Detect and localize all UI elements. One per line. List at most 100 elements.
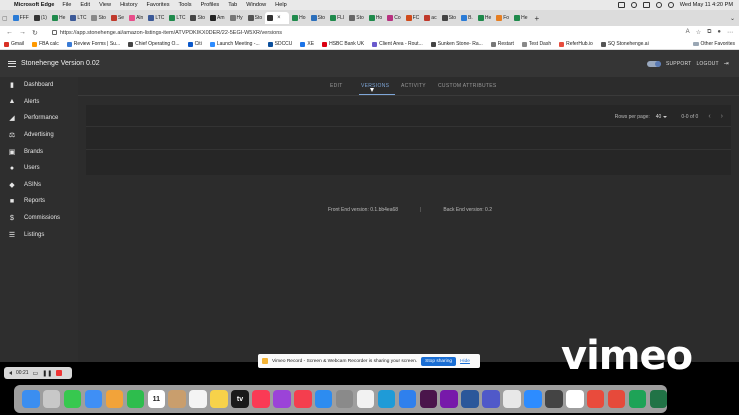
- browser-tab[interactable]: LTC: [68, 12, 88, 24]
- favorite-link[interactable]: Citi: [187, 41, 202, 47]
- notes-icon[interactable]: [210, 390, 228, 408]
- podcasts-icon[interactable]: [273, 390, 291, 408]
- browser-tab[interactable]: Co: [385, 12, 402, 24]
- new-tab-icon[interactable]: +: [534, 14, 539, 23]
- sidebar-item-users[interactable]: ● Users: [0, 160, 78, 177]
- tab-activity[interactable]: ACTIVITY: [401, 83, 426, 89]
- read-aloud-icon[interactable]: A: [686, 29, 690, 36]
- zoom-icon[interactable]: [524, 390, 542, 408]
- notion-icon[interactable]: [565, 390, 584, 408]
- stop-sharing-button[interactable]: Stop sharing: [421, 356, 457, 366]
- menu-help[interactable]: Help: [275, 2, 287, 8]
- mail-icon[interactable]: [84, 390, 103, 408]
- favorite-link[interactable]: Restart: [490, 41, 514, 47]
- favorite-link[interactable]: ReferHub.io: [559, 41, 593, 47]
- favorite-link[interactable]: Gmail: [4, 41, 24, 47]
- browser-tab[interactable]: Fo: [494, 12, 511, 24]
- contacts-icon[interactable]: [168, 390, 186, 408]
- next-page-icon[interactable]: ›: [721, 113, 723, 120]
- menu-tab[interactable]: Tab: [228, 2, 237, 8]
- spark-icon[interactable]: [503, 390, 521, 408]
- photos-icon[interactable]: [105, 390, 124, 408]
- browser-tab[interactable]: Sto: [309, 12, 328, 24]
- tab-actions-icon[interactable]: ▢: [2, 15, 8, 22]
- hamburger-menu-icon[interactable]: [8, 60, 16, 67]
- sidebar-item-listings[interactable]: ☰ Listings: [0, 226, 78, 243]
- launchpad-icon[interactable]: [42, 390, 61, 408]
- avatar[interactable]: [646, 60, 661, 67]
- screen-recorder-icon[interactable]: [586, 390, 605, 408]
- menu-profiles[interactable]: Profiles: [201, 2, 220, 8]
- browser-tab[interactable]: He: [50, 12, 67, 24]
- other-favorites[interactable]: Other Favorites: [692, 41, 739, 47]
- screen-icon[interactable]: [617, 2, 625, 8]
- browser-tab[interactable]: Am: [208, 12, 227, 24]
- teams-icon[interactable]: [482, 390, 500, 408]
- pdf-expert-icon[interactable]: [607, 390, 626, 408]
- favorite-link[interactable]: Test Dash: [521, 41, 551, 47]
- sidebar-item-commissions[interactable]: $ Commissions: [0, 210, 78, 227]
- favorite-link[interactable]: HSBC Bank UK: [322, 41, 364, 47]
- logout-icon[interactable]: ⇥: [724, 60, 729, 67]
- favorite-link[interactable]: XE: [300, 41, 314, 47]
- control-center-icon[interactable]: [667, 2, 674, 8]
- lock-icon[interactable]: [51, 30, 57, 35]
- browser-tab[interactable]: LTC: [146, 12, 166, 24]
- pause-icon[interactable]: ❚❚: [42, 370, 52, 377]
- collapse-icon[interactable]: [9, 371, 12, 375]
- browser-tab[interactable]: FFF: [11, 12, 31, 24]
- browser-tab[interactable]: Sto: [89, 12, 108, 24]
- browser-tab[interactable]: Ho: [290, 12, 307, 24]
- app-store-icon[interactable]: [314, 390, 333, 408]
- hide-link[interactable]: Hide: [460, 359, 470, 364]
- tab-custom-attributes[interactable]: CUSTOM ATTRIBUTES: [438, 83, 497, 89]
- reminders-icon[interactable]: [189, 390, 207, 408]
- favorite-link[interactable]: Sunken Stone- Ra...: [430, 41, 483, 47]
- browser-tab[interactable]: ×: [265, 12, 290, 24]
- browser-tab[interactable]: Aln: [127, 12, 145, 24]
- menu-app-name[interactable]: Microsoft Edge: [14, 2, 54, 8]
- word-icon[interactable]: [461, 390, 479, 408]
- tab-versions[interactable]: VERSIONS: [361, 83, 389, 89]
- wifi-icon[interactable]: [630, 2, 637, 8]
- tab-edit[interactable]: EDIT: [330, 83, 343, 89]
- messages-icon[interactable]: [63, 390, 82, 408]
- favorite-link[interactable]: SQ Stonehenge.ai: [600, 41, 649, 47]
- music-icon[interactable]: [252, 390, 270, 408]
- menu-edit[interactable]: Edit: [80, 2, 90, 8]
- sidebar-item-dashboard[interactable]: ▮ Dashboard: [0, 77, 78, 94]
- favorite-link[interactable]: SDCCU: [267, 41, 292, 47]
- browser-tab[interactable]: Sto: [347, 12, 366, 24]
- browser-tab[interactable]: LTC: [167, 12, 187, 24]
- sidebar-item-alerts[interactable]: ▲ Alerts: [0, 94, 78, 111]
- browser-tab[interactable]: Ho: [367, 12, 384, 24]
- browser-tab[interactable]: Sto: [246, 12, 265, 24]
- apple-tv-icon[interactable]: tv: [231, 390, 249, 408]
- collections-icon[interactable]: ⧉: [707, 29, 711, 36]
- browser-tab[interactable]: FC: [404, 12, 422, 24]
- onenote-icon[interactable]: [440, 390, 458, 408]
- sidebar-item-brands[interactable]: ▣ Brands: [0, 143, 78, 160]
- system-preferences-icon[interactable]: [335, 390, 354, 408]
- favorite-star-icon[interactable]: ☆: [696, 29, 701, 36]
- calculator-icon[interactable]: [545, 390, 563, 408]
- refresh-icon[interactable]: ↻: [32, 29, 38, 37]
- support-link[interactable]: SUPPORT: [666, 61, 691, 67]
- chrome-icon[interactable]: [356, 390, 375, 408]
- menu-tools[interactable]: Tools: [179, 2, 192, 8]
- browser-tab[interactable]: Hy: [228, 12, 245, 24]
- rows-per-page-select[interactable]: 40: [656, 114, 668, 120]
- search-icon[interactable]: [655, 2, 662, 8]
- browser-tab[interactable]: ac: [422, 12, 438, 24]
- favorite-link[interactable]: Client Area - Rout...: [372, 41, 423, 47]
- menu-favorites[interactable]: Favorites: [147, 2, 170, 8]
- battery-icon[interactable]: [642, 2, 650, 8]
- sidebar-item-advertising[interactable]: ⚖ Advertising: [0, 127, 78, 144]
- menu-clock[interactable]: Wed May 11 4:20 PM: [680, 2, 733, 8]
- browser-tab[interactable]: FLI: [328, 12, 346, 24]
- browser-tab[interactable]: He: [476, 12, 493, 24]
- url-field[interactable]: https://app.stonehenge.ai/amazon-listing…: [51, 28, 612, 38]
- edge-icon[interactable]: [377, 390, 396, 408]
- favorite-link[interactable]: Chief Operating O...: [128, 41, 180, 47]
- calendar-icon[interactable]: 11: [147, 390, 166, 408]
